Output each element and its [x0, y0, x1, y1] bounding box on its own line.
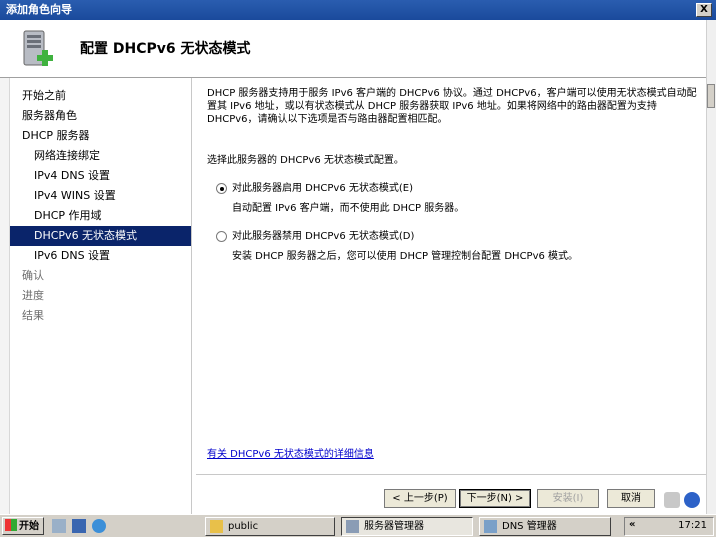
taskbar-item-label: 服务器管理器 [364, 521, 424, 532]
sidebar-item[interactable]: IPv4 WINS 设置 [10, 186, 191, 206]
install-button: 安装(I) [537, 489, 599, 508]
sidebar-item[interactable]: 进度 [10, 286, 191, 306]
sidebar-item[interactable]: 结果 [10, 306, 191, 326]
scroll-thumb[interactable] [707, 84, 715, 108]
cancel-button[interactable]: 取消 [607, 489, 655, 508]
sidebar-item[interactable]: 网络连接绑定 [10, 146, 191, 166]
wizard-steps-list: 开始之前 服务器角色 DHCP 服务器 网络连接绑定 IPv4 DNS 设置 IPv4 W… [10, 78, 191, 326]
sidebar-item[interactable]: DHCP 服务器 [10, 126, 191, 146]
title-bar[interactable]: 添加角色向导 X [0, 0, 716, 20]
dns-icon [484, 520, 497, 533]
clock[interactable]: 17:21 [678, 520, 707, 531]
taskbar-item-public[interactable]: public [205, 517, 335, 536]
prompt-text: 选择此服务器的 DHCPv6 无状态模式配置。 [207, 155, 404, 166]
content-pane: DHCP 服务器支持用于服务 IPv6 客户端的 DHCPv6 协议。通过 DH… [196, 78, 706, 474]
taskbar-item-label: public [228, 521, 259, 532]
next-button[interactable]: 下一步(N) > [459, 489, 531, 508]
footer-divider [196, 474, 706, 475]
sidebar-item[interactable]: 确认 [10, 266, 191, 286]
sidebar-item[interactable]: IPv4 DNS 设置 [10, 166, 191, 186]
disable-stateless-option[interactable]: 对此服务器禁用 DHCPv6 无状态模式(D) 安装 DHCP 服务器之后，您可… [216, 227, 578, 262]
server-manager-icon [346, 520, 359, 533]
help-icon[interactable] [684, 492, 700, 508]
powershell-icon[interactable] [72, 519, 86, 533]
enable-detail: 自动配置 IPv6 客户端，而不使用此 DHCP 服务器。 [232, 203, 465, 214]
printer-icon[interactable] [664, 492, 680, 508]
taskbar: 开始 public 服务器管理器 DNS 管理器 « 17:21 [0, 514, 716, 537]
enable-label: 对此服务器启用 DHCPv6 无状态模式(E) [232, 183, 413, 194]
page-title: 配置 DHCPv6 无状态模式 [80, 41, 251, 57]
more-info-link[interactable]: 有关 DHCPv6 无状态模式的详细信息 [207, 445, 374, 460]
vertical-scrollbar[interactable] [706, 20, 716, 514]
enable-radio[interactable] [216, 182, 227, 194]
taskbar-item-dns-manager[interactable]: DNS 管理器 [479, 517, 611, 536]
left-border [0, 78, 10, 514]
ie-icon[interactable] [92, 519, 106, 533]
system-tray: « 17:21 [624, 517, 714, 536]
window-title: 添加角色向导 [6, 3, 72, 16]
folder-icon [210, 520, 223, 533]
back-button[interactable]: < 上一步(P) [384, 489, 456, 508]
quick-launch [52, 519, 106, 533]
start-button[interactable]: 开始 [2, 517, 44, 535]
sidebar-item[interactable]: 服务器角色 [10, 106, 191, 126]
sidebar-item[interactable]: 开始之前 [10, 86, 191, 106]
sidebar-item[interactable]: DHCP 作用域 [10, 206, 191, 226]
description-text: DHCP 服务器支持用于服务 IPv6 客户端的 DHCPv6 协议。通过 DH… [207, 88, 697, 125]
windows-logo-icon [5, 519, 17, 531]
wizard-steps-sidebar: 开始之前 服务器角色 DHCP 服务器 网络连接绑定 IPv4 DNS 设置 IPv4 W… [10, 78, 192, 514]
disable-detail: 安装 DHCP 服务器之后，您可以使用 DHCP 管理控制台配置 DHCPv6 … [232, 251, 579, 262]
floating-tray [664, 490, 702, 510]
disable-label: 对此服务器禁用 DHCPv6 无状态模式(D) [232, 231, 415, 242]
start-label: 开始 [19, 521, 39, 532]
close-button[interactable]: X [696, 3, 712, 17]
taskbar-item-server-manager[interactable]: 服务器管理器 [341, 517, 473, 536]
enable-stateless-option[interactable]: 对此服务器启用 DHCPv6 无状态模式(E) 自动配置 IPv6 客户端，而不… [216, 179, 464, 214]
sidebar-item[interactable]: DHCPv6 无状态模式 [10, 226, 191, 246]
taskbar-item-label: DNS 管理器 [502, 521, 557, 532]
disable-radio[interactable] [216, 230, 227, 242]
tray-expand-icon[interactable]: « [629, 519, 635, 530]
sidebar-item[interactable]: IPv6 DNS 设置 [10, 246, 191, 266]
server-add-icon [23, 30, 53, 66]
wizard-window: 添加角色向导 X 配置 DHCPv6 无状态模式 开始之前 服务器角色 DHCP 服… [0, 0, 716, 514]
wizard-header: 配置 DHCPv6 无状态模式 [0, 20, 716, 78]
server-manager-quick-icon[interactable] [52, 519, 66, 533]
